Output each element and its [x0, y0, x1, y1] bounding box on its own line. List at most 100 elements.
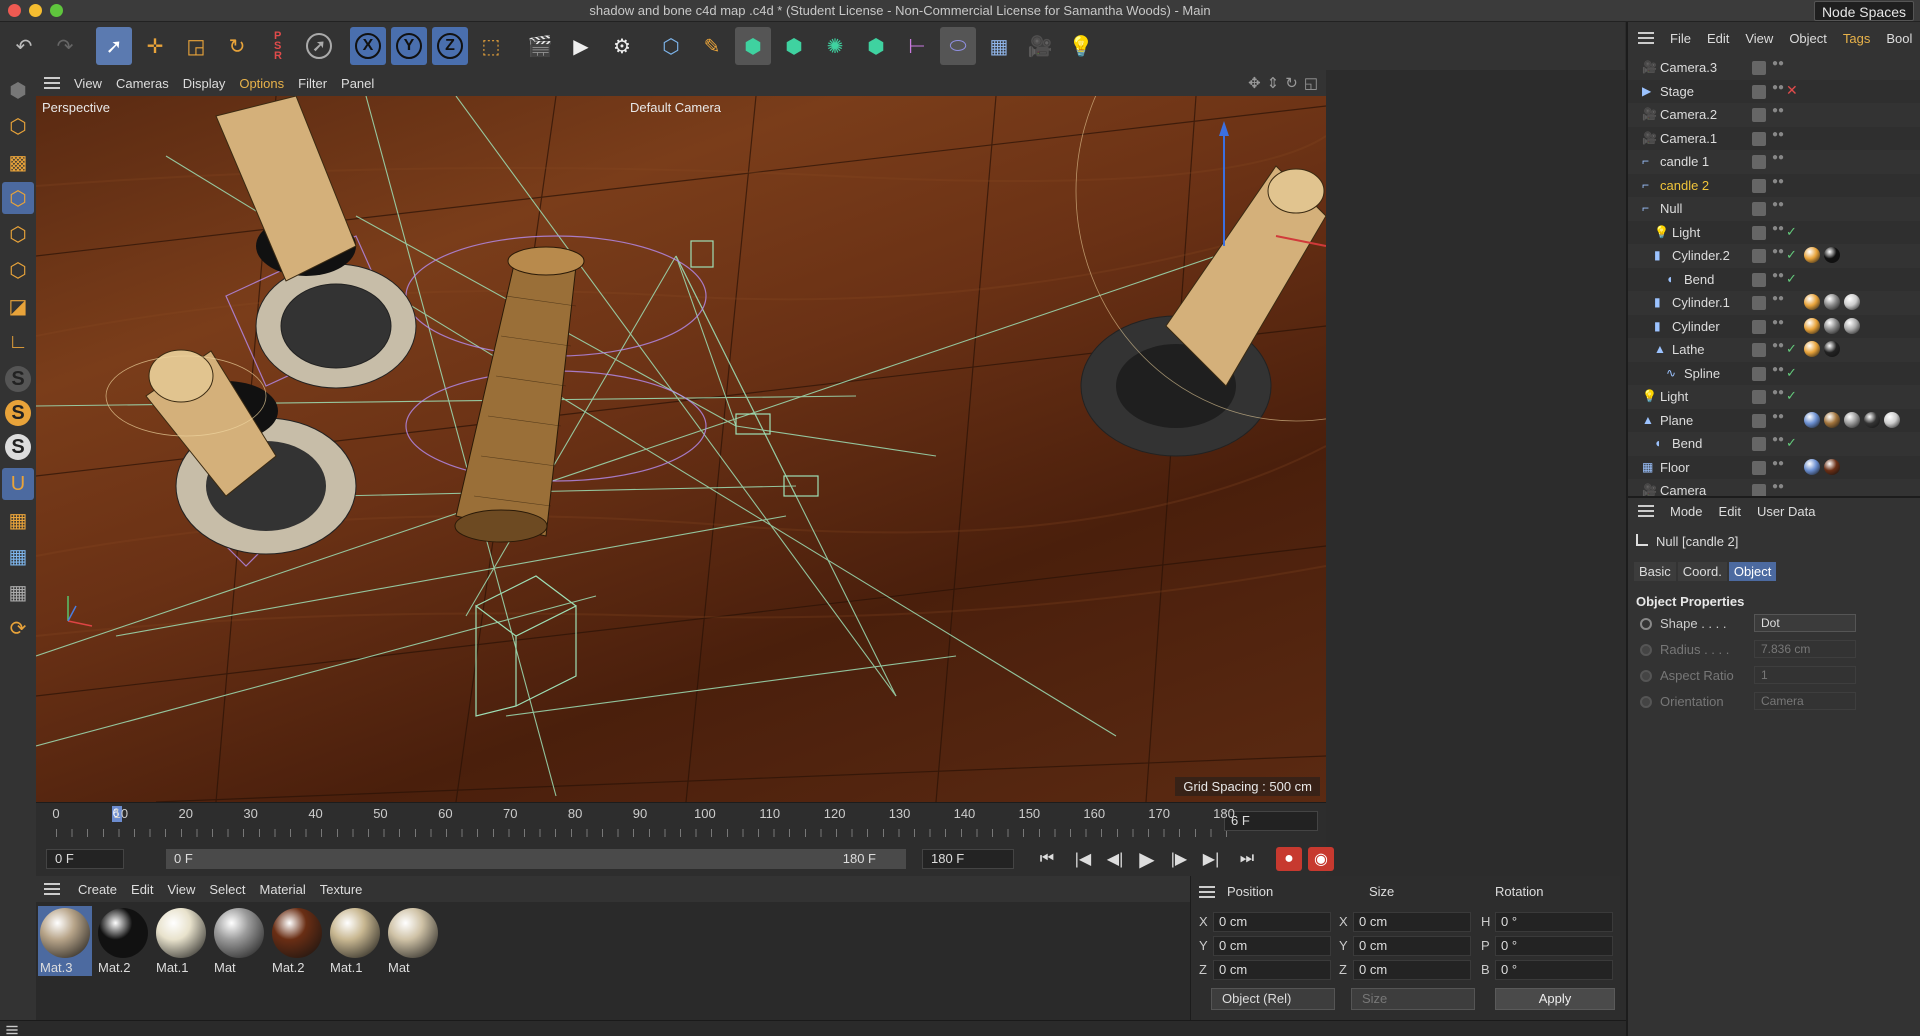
enabled-check-icon[interactable]: ✓	[1786, 388, 1797, 404]
mograph-icon[interactable]: ✺	[817, 27, 853, 65]
om-menu-view[interactable]: View	[1745, 31, 1773, 46]
material-swatch[interactable]: Mat	[386, 906, 440, 976]
edit-lock-icon[interactable]	[1752, 319, 1766, 334]
visibility-dots-icon[interactable]: ●●	[1772, 482, 1784, 492]
edit-lock-icon[interactable]	[1752, 366, 1766, 381]
step-back-icon[interactable]: ◀|	[1102, 847, 1128, 871]
rotation-h-field[interactable]: 0 °	[1495, 912, 1613, 932]
step-forward-icon[interactable]: |▶	[1166, 847, 1192, 871]
tab-basic[interactable]: Basic	[1634, 562, 1676, 581]
position-y-field[interactable]: 0 cm	[1213, 936, 1331, 956]
object-tag-icon[interactable]	[1844, 317, 1860, 334]
object-row[interactable]: ▲ Plane ●●	[1628, 409, 1920, 433]
visibility-dots-icon[interactable]: ●●	[1772, 176, 1784, 186]
go-to-start-icon[interactable]: ⏮	[1034, 847, 1060, 871]
material-swatch[interactable]: Mat	[212, 906, 266, 976]
om-menu-bool[interactable]: Bool	[1886, 31, 1912, 46]
edit-lock-icon[interactable]	[1752, 155, 1766, 169]
object-tag-icon[interactable]	[1804, 247, 1820, 263]
object-row[interactable]: 🎥 Camera ●●	[1628, 479, 1920, 496]
edit-lock-icon[interactable]	[1752, 225, 1766, 240]
material-swatch[interactable]: Mat.3	[38, 906, 92, 976]
rotation-p-field[interactable]: 0 °	[1495, 936, 1613, 956]
object-tag-icon[interactable]	[1824, 411, 1840, 428]
edit-lock-icon[interactable]	[1752, 272, 1766, 287]
object-row[interactable]: ▮ Cylinder.1 ●●	[1628, 291, 1920, 315]
edit-lock-icon[interactable]	[1752, 84, 1766, 99]
mat-menu-create[interactable]: Create	[78, 882, 117, 897]
x-lock-icon[interactable]: X	[350, 27, 386, 65]
object-tag-icon[interactable]	[1804, 411, 1820, 428]
scale-icon[interactable]: ◲	[178, 27, 214, 65]
menu-view[interactable]: View	[74, 76, 102, 91]
object-row[interactable]: 🎥 Camera.1 ●●	[1628, 127, 1920, 151]
object-tag-icon[interactable]	[1804, 294, 1820, 310]
status-menu-icon[interactable]	[6, 1025, 18, 1035]
position-z-field[interactable]: 0 cm	[1213, 960, 1331, 980]
object-row[interactable]: 🎥 Camera.3 ●●	[1628, 56, 1920, 80]
render-region-icon[interactable]: 🎬	[522, 27, 558, 65]
go-to-end-icon[interactable]: ⏭	[1234, 847, 1260, 871]
workplane-icon[interactable]: ▦	[2, 504, 34, 536]
orbit-icon[interactable]: ↻	[1285, 74, 1298, 92]
snap-enable-icon[interactable]: S	[5, 400, 31, 426]
object-tag-icon[interactable]	[1804, 458, 1820, 475]
object-row[interactable]: ▮ Cylinder ●●	[1628, 315, 1920, 339]
om-menu-file[interactable]: File	[1670, 31, 1691, 46]
property-dropdown[interactable]: Camera	[1754, 692, 1856, 710]
3d-viewport[interactable]: Perspective Default Camera Grid Spacing …	[36, 96, 1326, 802]
am-menu-edit[interactable]: Edit	[1719, 504, 1741, 519]
deformer-icon[interactable]: ⊢	[899, 27, 935, 65]
edit-lock-icon[interactable]	[1752, 437, 1766, 451]
current-frame-field[interactable]: 6 F	[1224, 811, 1318, 831]
visibility-dots-icon[interactable]: ●●	[1772, 458, 1784, 468]
property-field[interactable]: 1	[1754, 666, 1856, 684]
visibility-dots-icon[interactable]: ●●	[1772, 247, 1784, 257]
visibility-dots-icon[interactable]: ●●	[1772, 388, 1784, 398]
node-spaces-button[interactable]: Node Spaces	[1813, 1, 1914, 21]
edit-lock-icon[interactable]	[1752, 413, 1766, 428]
edit-lock-icon[interactable]	[1752, 131, 1766, 146]
rotate-icon[interactable]: ↻	[219, 27, 255, 65]
enabled-check-icon[interactable]: ✓	[1786, 224, 1797, 240]
camera-icon[interactable]: 🎥	[1022, 27, 1058, 65]
animate-radio[interactable]	[1640, 696, 1652, 708]
visibility-dots-icon[interactable]: ●●	[1772, 106, 1784, 116]
object-tag-icon[interactable]	[1804, 317, 1820, 334]
visibility-dots-icon[interactable]: ●●	[1772, 364, 1784, 374]
am-menu-mode[interactable]: Mode	[1670, 504, 1703, 519]
om-menu-object[interactable]: Object	[1789, 31, 1827, 46]
object-row[interactable]: 💡 Light ●● ✓	[1628, 221, 1920, 245]
size-x-field[interactable]: 0 cm	[1353, 912, 1471, 932]
render-settings-icon[interactable]: ⚙	[604, 27, 640, 65]
floor-icon[interactable]: ▦	[981, 27, 1017, 65]
object-row[interactable]: ◖ Bend ●● ✓	[1628, 432, 1920, 456]
object-tag-icon[interactable]	[1804, 341, 1820, 357]
minimize-window-button[interactable]	[29, 4, 42, 17]
object-tag-icon[interactable]	[1824, 247, 1840, 263]
object-row[interactable]: ◖ Bend ●● ✓	[1628, 268, 1920, 292]
start-frame-field[interactable]: 0 F	[46, 849, 124, 869]
y-lock-icon[interactable]: Y	[391, 27, 427, 65]
zoom-window-button[interactable]	[50, 4, 63, 17]
enabled-check-icon[interactable]: ✓	[1786, 247, 1797, 263]
visibility-dots-icon[interactable]: ●●	[1772, 317, 1784, 327]
magnet-icon[interactable]: U	[2, 468, 34, 500]
visibility-dots-icon[interactable]: ●●	[1772, 82, 1784, 92]
am-menu-user-data[interactable]: User Data	[1757, 504, 1816, 519]
object-tag-icon[interactable]	[1844, 411, 1860, 428]
material-menu-icon[interactable]	[44, 883, 60, 895]
disabled-x-icon[interactable]: ✕	[1786, 82, 1798, 99]
edit-lock-icon[interactable]	[1752, 390, 1766, 404]
object-row[interactable]: ⌐ candle 2 ●●	[1628, 174, 1920, 198]
visibility-dots-icon[interactable]: ●●	[1772, 411, 1784, 421]
material-swatch[interactable]: Mat.2	[270, 906, 324, 976]
object-row[interactable]: 🎥 Camera.2 ●●	[1628, 103, 1920, 127]
texture-mode-icon[interactable]: ▩	[2, 146, 34, 178]
object-row[interactable]: 💡 Light ●● ✓	[1628, 385, 1920, 409]
timeline[interactable]: 6 6 F 0 10 20 30 40 50 60 70 80 90 100 110 120 130 140…	[36, 802, 1326, 842]
animate-radio[interactable]	[1640, 644, 1652, 656]
play-icon[interactable]: ▶	[1134, 847, 1160, 871]
object-tag-icon[interactable]	[1864, 411, 1880, 428]
object-tag-icon[interactable]	[1844, 294, 1860, 310]
